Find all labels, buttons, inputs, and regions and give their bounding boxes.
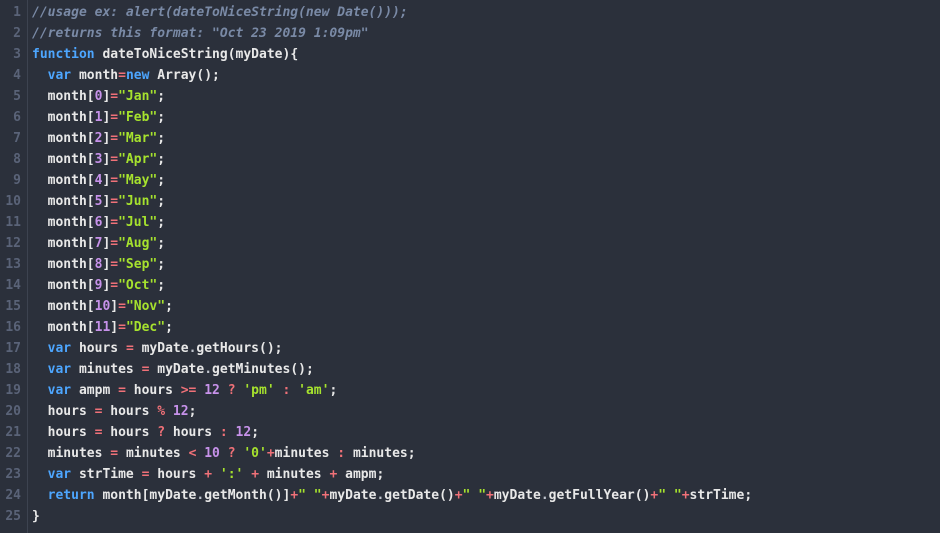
code-line[interactable]: minutes = minutes < 10 ? '0'+minutes : m… xyxy=(32,443,752,464)
code-line[interactable]: month[10]="Nov"; xyxy=(32,296,752,317)
line-number: 5 xyxy=(0,86,21,107)
code-line[interactable]: month[7]="Aug"; xyxy=(32,233,752,254)
line-number: 15 xyxy=(0,296,21,317)
line-number: 22 xyxy=(0,443,21,464)
code-line[interactable]: } xyxy=(32,506,752,527)
line-number-gutter: 1234567891011121314151617181920212223242… xyxy=(0,0,28,533)
code-line[interactable]: month[4]="May"; xyxy=(32,170,752,191)
code-line[interactable]: month[3]="Apr"; xyxy=(32,149,752,170)
code-area[interactable]: //usage ex: alert(dateToNiceString(new D… xyxy=(28,0,752,533)
line-number: 6 xyxy=(0,107,21,128)
line-number: 4 xyxy=(0,65,21,86)
line-number: 24 xyxy=(0,485,21,506)
line-number: 3 xyxy=(0,44,21,65)
code-editor[interactable]: 1234567891011121314151617181920212223242… xyxy=(0,0,940,533)
code-line[interactable]: var minutes = myDate.getMinutes(); xyxy=(32,359,752,380)
code-line[interactable]: month[5]="Jun"; xyxy=(32,191,752,212)
line-number: 10 xyxy=(0,191,21,212)
line-number: 9 xyxy=(0,170,21,191)
code-line[interactable]: //usage ex: alert(dateToNiceString(new D… xyxy=(32,2,752,23)
code-line[interactable]: var month=new Array(); xyxy=(32,65,752,86)
line-number: 1 xyxy=(0,2,21,23)
line-number: 14 xyxy=(0,275,21,296)
code-line[interactable]: month[9]="Oct"; xyxy=(32,275,752,296)
code-line[interactable]: month[6]="Jul"; xyxy=(32,212,752,233)
code-line[interactable]: var strTime = hours + ':' + minutes + am… xyxy=(32,464,752,485)
line-number: 13 xyxy=(0,254,21,275)
line-number: 7 xyxy=(0,128,21,149)
line-number: 2 xyxy=(0,23,21,44)
code-line[interactable]: month[8]="Sep"; xyxy=(32,254,752,275)
line-number: 21 xyxy=(0,422,21,443)
line-number: 18 xyxy=(0,359,21,380)
line-number: 11 xyxy=(0,212,21,233)
code-line[interactable]: month[11]="Dec"; xyxy=(32,317,752,338)
code-line[interactable]: return month[myDate.getMonth()]+" "+myDa… xyxy=(32,485,752,506)
code-line[interactable]: month[2]="Mar"; xyxy=(32,128,752,149)
line-number: 23 xyxy=(0,464,21,485)
line-number: 20 xyxy=(0,401,21,422)
line-number: 8 xyxy=(0,149,21,170)
code-line[interactable]: month[0]="Jan"; xyxy=(32,86,752,107)
code-line[interactable]: //returns this format: "Oct 23 2019 1:09… xyxy=(32,23,752,44)
code-line[interactable]: var ampm = hours >= 12 ? 'pm' : 'am'; xyxy=(32,380,752,401)
code-line[interactable]: function dateToNiceString(myDate){ xyxy=(32,44,752,65)
line-number: 16 xyxy=(0,317,21,338)
line-number: 25 xyxy=(0,506,21,527)
line-number: 12 xyxy=(0,233,21,254)
code-line[interactable]: hours = hours ? hours : 12; xyxy=(32,422,752,443)
line-number: 19 xyxy=(0,380,21,401)
code-line[interactable]: month[1]="Feb"; xyxy=(32,107,752,128)
line-number: 17 xyxy=(0,338,21,359)
code-line[interactable]: hours = hours % 12; xyxy=(32,401,752,422)
code-line[interactable]: var hours = myDate.getHours(); xyxy=(32,338,752,359)
